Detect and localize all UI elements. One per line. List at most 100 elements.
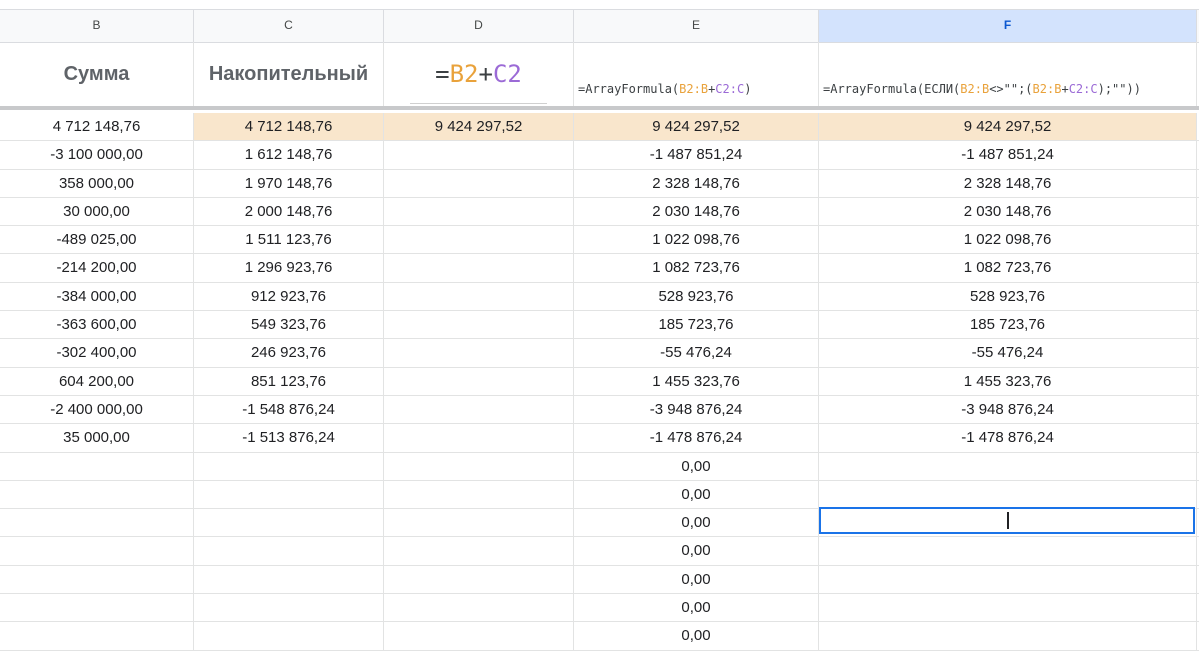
cell-f[interactable]: 1 022 098,76 <box>819 226 1197 254</box>
header-cell-d[interactable]: =B2+C2 <box>384 42 574 106</box>
cell-b[interactable] <box>0 594 194 622</box>
cell-c[interactable]: 2 000 148,76 <box>194 197 384 226</box>
cell-d[interactable] <box>384 509 574 537</box>
cell-e[interactable]: 0,00 <box>574 537 819 565</box>
cell-c[interactable]: 1 511 123,76 <box>194 226 384 254</box>
cell-e[interactable]: 0,00 <box>574 452 819 480</box>
cell-f[interactable]: 1 082 723,76 <box>819 254 1197 282</box>
cell-d[interactable] <box>384 169 574 197</box>
cell-e[interactable]: 528 923,76 <box>574 282 819 311</box>
cell-d[interactable] <box>384 226 574 254</box>
cell-c[interactable]: 4 712 148,76 <box>194 113 384 141</box>
cell-d[interactable] <box>384 367 574 395</box>
cell-e[interactable]: 0,00 <box>574 594 819 622</box>
cell-d[interactable] <box>384 594 574 622</box>
cell-d[interactable] <box>384 395 574 424</box>
header-cell-b[interactable]: Сумма <box>0 42 194 106</box>
cell-b[interactable] <box>0 509 194 537</box>
cell-b[interactable] <box>0 480 194 509</box>
cell-b[interactable]: 30 000,00 <box>0 197 194 226</box>
cell-b[interactable] <box>0 452 194 480</box>
cell-f[interactable]: 2 030 148,76 <box>819 197 1197 226</box>
cell-e[interactable]: -55 476,24 <box>574 339 819 367</box>
cell-f[interactable]: 528 923,76 <box>819 282 1197 311</box>
cell-f[interactable] <box>819 565 1197 594</box>
cell-b[interactable]: -384 000,00 <box>0 282 194 311</box>
cell-d[interactable] <box>384 282 574 311</box>
header-cell-c[interactable]: Накопительный <box>194 42 384 106</box>
cell-e[interactable]: 0,00 <box>574 480 819 509</box>
cell-d[interactable] <box>384 311 574 339</box>
column-header-d[interactable]: D <box>384 10 574 42</box>
cell-e[interactable]: 9 424 297,52 <box>574 113 819 141</box>
cell-b[interactable]: 4 712 148,76 <box>0 113 194 141</box>
cell-e[interactable]: 0,00 <box>574 565 819 594</box>
cell-c[interactable] <box>194 480 384 509</box>
cell-b[interactable]: -214 200,00 <box>0 254 194 282</box>
cell-c[interactable]: 912 923,76 <box>194 282 384 311</box>
cell-e[interactable]: -1 487 851,24 <box>574 141 819 169</box>
cell-d[interactable] <box>384 622 574 650</box>
cell-e[interactable]: 1 455 323,76 <box>574 367 819 395</box>
cell-d[interactable] <box>384 565 574 594</box>
cell-c[interactable] <box>194 565 384 594</box>
cell-f[interactable] <box>819 594 1197 622</box>
cell-c[interactable]: 851 123,76 <box>194 367 384 395</box>
cell-d[interactable] <box>384 452 574 480</box>
cell-d[interactable] <box>384 480 574 509</box>
header-cell-f[interactable]: =ArrayFormula(ЕСЛИ(B2:B<>"";(B2:B+C2:C);… <box>819 42 1197 106</box>
cell-c[interactable] <box>194 537 384 565</box>
cell-e[interactable]: 185 723,76 <box>574 311 819 339</box>
cell-d[interactable] <box>384 141 574 169</box>
cell-f[interactable]: 1 455 323,76 <box>819 367 1197 395</box>
cell-b[interactable]: 358 000,00 <box>0 169 194 197</box>
cell-f[interactable]: -1 487 851,24 <box>819 141 1197 169</box>
column-header-b[interactable]: B <box>0 10 194 42</box>
cell-e[interactable]: 1 022 098,76 <box>574 226 819 254</box>
cell-e[interactable]: 1 082 723,76 <box>574 254 819 282</box>
cell-b[interactable] <box>0 537 194 565</box>
cell-f[interactable]: -55 476,24 <box>819 339 1197 367</box>
cell-f[interactable]: -3 948 876,24 <box>819 395 1197 424</box>
column-header-e[interactable]: E <box>574 10 819 42</box>
cell-f[interactable]: -1 478 876,24 <box>819 424 1197 452</box>
cell-b[interactable]: -2 400 000,00 <box>0 395 194 424</box>
cell-b[interactable]: -489 025,00 <box>0 226 194 254</box>
cell-d[interactable] <box>384 254 574 282</box>
cell-e[interactable]: 0,00 <box>574 509 819 537</box>
column-header-f[interactable]: F <box>819 10 1197 42</box>
cell-b[interactable] <box>0 622 194 650</box>
cell-c[interactable]: -1 513 876,24 <box>194 424 384 452</box>
cell-f[interactable]: 9 424 297,52 <box>819 113 1197 141</box>
cell-b[interactable] <box>0 565 194 594</box>
header-cell-e[interactable]: =ArrayFormula(B2:B+C2:C) <box>574 42 819 106</box>
cell-c[interactable]: 1 296 923,76 <box>194 254 384 282</box>
cell-e[interactable]: 2 328 148,76 <box>574 169 819 197</box>
cell-d[interactable] <box>384 537 574 565</box>
cell-f[interactable] <box>819 452 1197 480</box>
cell-b[interactable]: -302 400,00 <box>0 339 194 367</box>
cell-b[interactable]: 35 000,00 <box>0 424 194 452</box>
cell-e[interactable]: -1 478 876,24 <box>574 424 819 452</box>
cell-c[interactable]: 1 612 148,76 <box>194 141 384 169</box>
cell-d[interactable] <box>384 424 574 452</box>
cell-c[interactable]: -1 548 876,24 <box>194 395 384 424</box>
cell-b[interactable]: -363 600,00 <box>0 311 194 339</box>
cell-f[interactable] <box>819 537 1197 565</box>
cell-b[interactable]: -3 100 000,00 <box>0 141 194 169</box>
cell-d[interactable]: 9 424 297,52 <box>384 113 574 141</box>
cell-c[interactable] <box>194 509 384 537</box>
cell-f[interactable] <box>819 622 1197 650</box>
cell-c[interactable]: 549 323,76 <box>194 311 384 339</box>
cell-c[interactable]: 246 923,76 <box>194 339 384 367</box>
cell-e[interactable]: -3 948 876,24 <box>574 395 819 424</box>
cell-f[interactable]: 185 723,76 <box>819 311 1197 339</box>
cell-c[interactable]: 1 970 148,76 <box>194 169 384 197</box>
cell-e[interactable]: 2 030 148,76 <box>574 197 819 226</box>
cell-c[interactable] <box>194 594 384 622</box>
cell-d[interactable] <box>384 197 574 226</box>
cell-b[interactable]: 604 200,00 <box>0 367 194 395</box>
cell-f[interactable]: 2 328 148,76 <box>819 169 1197 197</box>
frozen-row-divider[interactable] <box>0 106 1199 110</box>
cell-c[interactable] <box>194 622 384 650</box>
